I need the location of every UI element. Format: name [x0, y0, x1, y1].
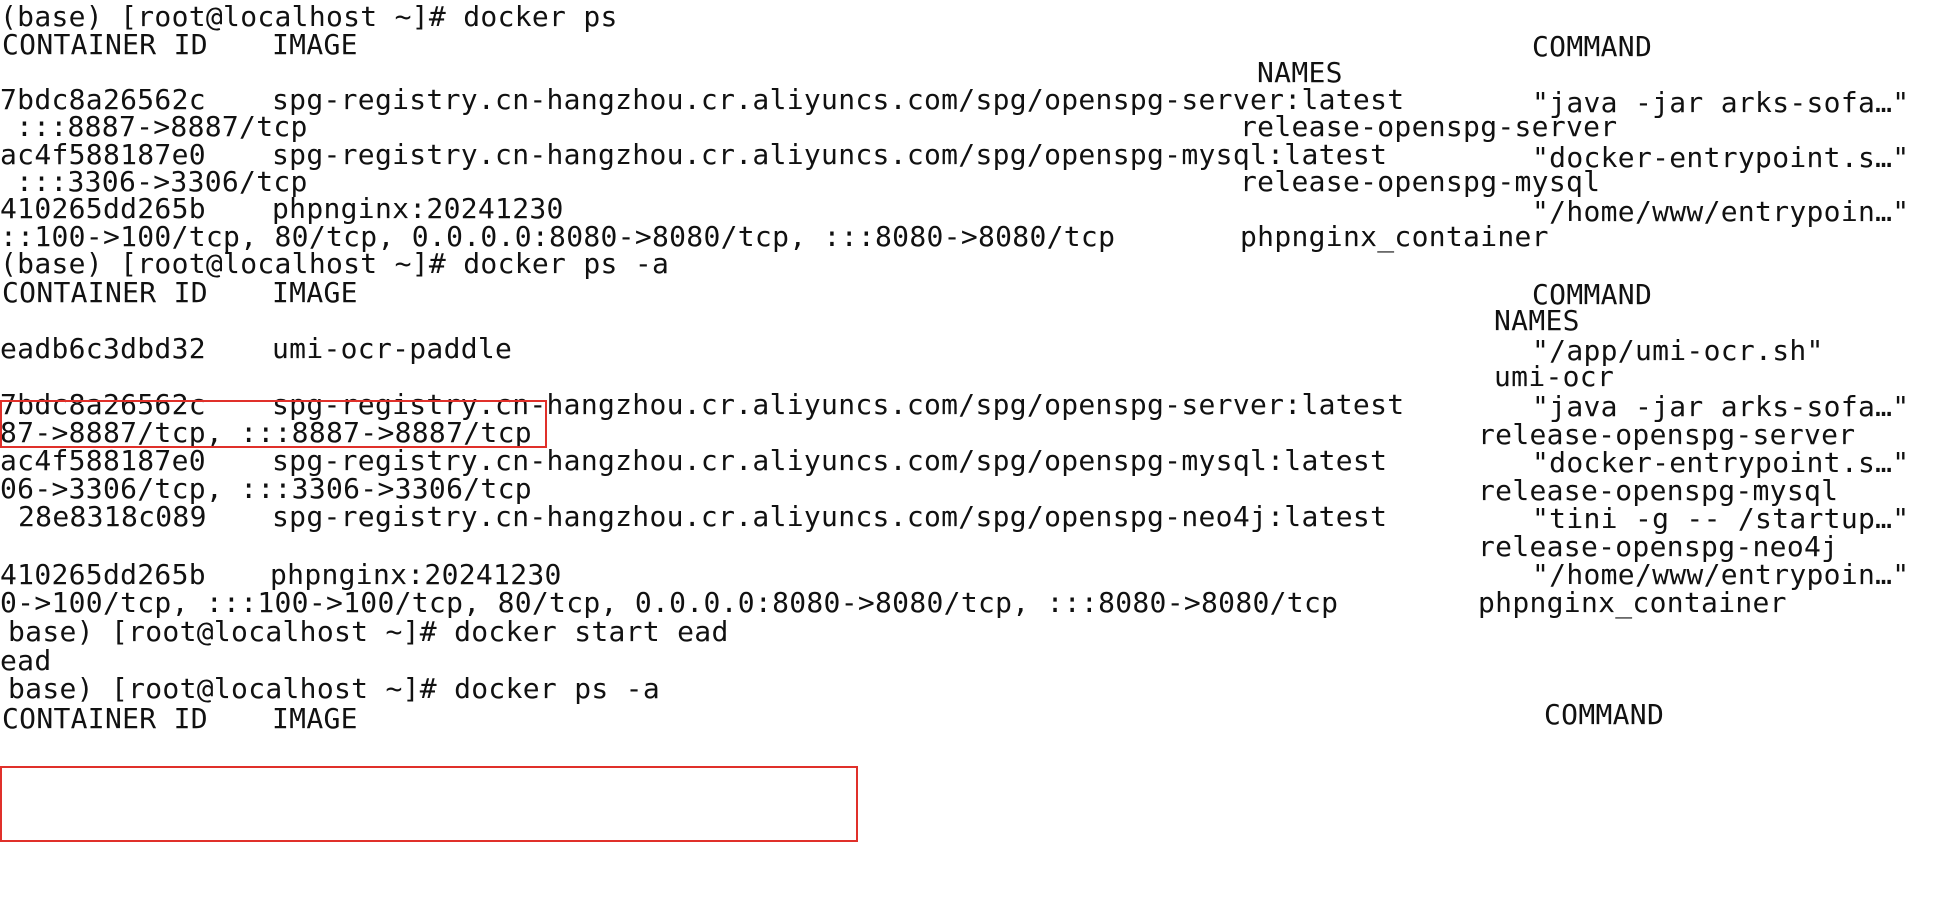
- header-image: IMAGE: [272, 276, 358, 309]
- header-container-id: CONTAINER ID: [2, 702, 208, 735]
- terminal-prompt-line: (base) [root@localhost ~]# docker ps -a: [0, 247, 670, 280]
- header-command: COMMAND: [1532, 30, 1653, 63]
- terminal-prompt-line: base) [root@localhost ~]# docker start e…: [8, 615, 729, 648]
- highlight-box-umi-ocr-container: [0, 400, 547, 448]
- container-image: umi-ocr-paddle: [272, 332, 513, 365]
- container-id: eadb6c3dbd32: [0, 332, 206, 365]
- container-name: phpnginx_container: [1478, 586, 1787, 619]
- header-container-id: CONTAINER ID: [2, 276, 208, 309]
- terminal-prompt-line: base) [root@localhost ~]# docker ps -a: [8, 672, 660, 705]
- header-image: IMAGE: [272, 702, 358, 735]
- highlight-box-docker-start-command: [0, 766, 858, 842]
- container-name: release-openspg-mysql: [1240, 165, 1601, 198]
- container-ports: 0->100/tcp, :::100->100/tcp, 80/tcp, 0.0…: [0, 586, 1339, 619]
- container-image: spg-registry.cn-hangzhou.cr.aliyuncs.com…: [272, 138, 1388, 171]
- container-name: umi-ocr: [1494, 360, 1615, 393]
- container-command: "/home/www/entrypoin…": [1532, 195, 1910, 228]
- header-names: NAMES: [1494, 304, 1580, 337]
- terminal-window[interactable]: (base) [root@localhost ~]# docker ps CON…: [0, 0, 1940, 905]
- container-image: spg-registry.cn-hangzhou.cr.aliyuncs.com…: [272, 83, 1405, 116]
- header-command: COMMAND: [1544, 698, 1665, 731]
- container-name: phpnginx_container: [1240, 220, 1549, 253]
- container-id: 28e8318c089: [18, 500, 207, 533]
- header-container-id: CONTAINER ID: [2, 28, 208, 61]
- header-image: IMAGE: [272, 28, 358, 61]
- container-image: spg-registry.cn-hangzhou.cr.aliyuncs.com…: [272, 500, 1388, 533]
